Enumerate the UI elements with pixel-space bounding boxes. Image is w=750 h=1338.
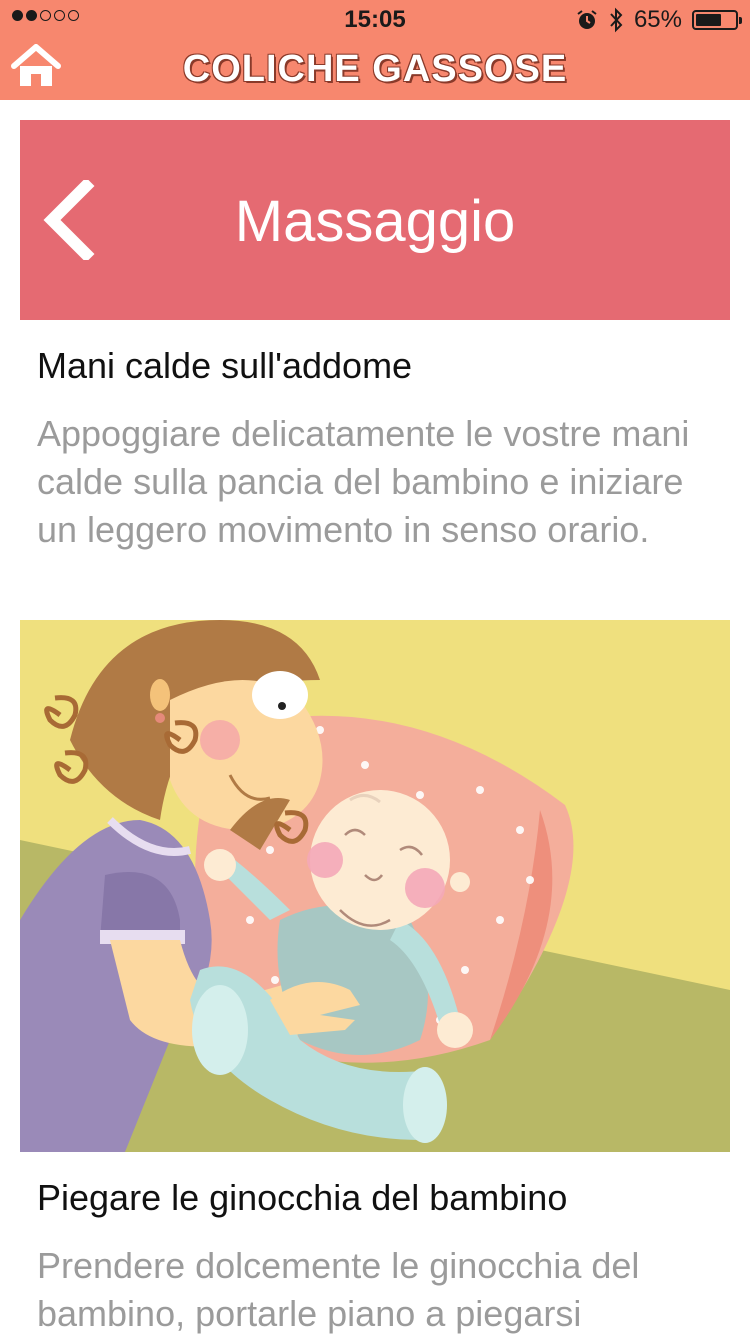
- massage-illustration: [20, 620, 730, 1152]
- section-title: Massaggio: [234, 189, 516, 254]
- app-title: COLICHE GASSOSE: [182, 48, 568, 90]
- app-header: COLICHE GASSOSE: [0, 40, 750, 100]
- battery-percent: 65%: [633, 6, 682, 33]
- status-bar: 15:05 65%: [0, 0, 750, 40]
- alarm-icon: [577, 10, 597, 29]
- step-title: Piegare le ginocchia del bambino: [37, 1177, 568, 1218]
- step-description: Appoggiare delicatamente le vostre mani …: [37, 413, 690, 550]
- bluetooth-icon: [610, 7, 623, 33]
- section-banner: Massaggio: [20, 120, 730, 320]
- battery-icon: [692, 10, 742, 30]
- step-title: Mani calde sull'addome: [37, 345, 413, 386]
- step-description: Prendere dolcemente le ginocchia del bam…: [37, 1245, 640, 1334]
